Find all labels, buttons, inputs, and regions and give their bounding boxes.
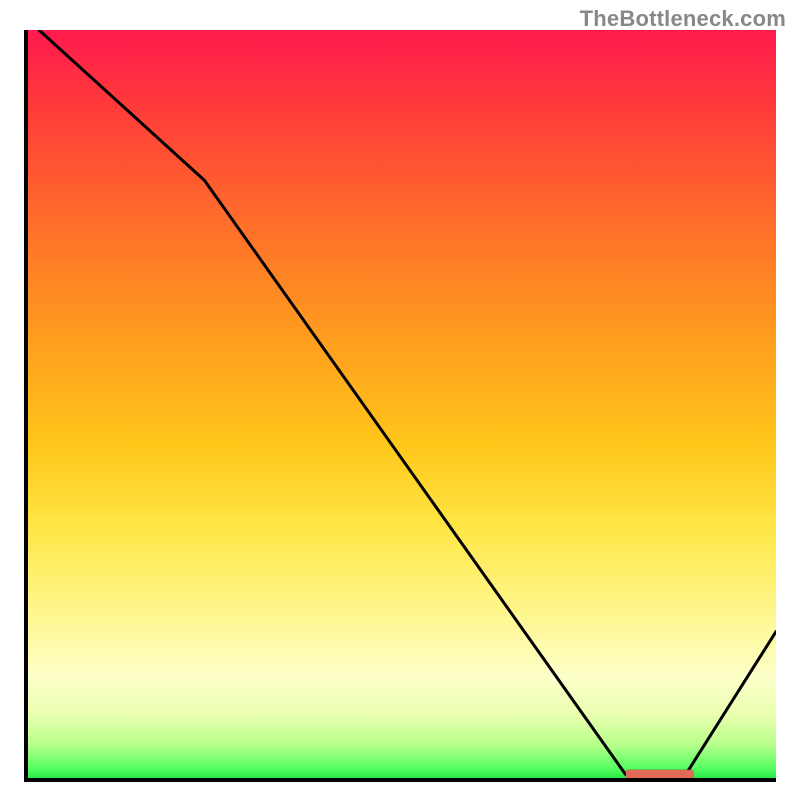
y-axis-line [24, 30, 28, 782]
x-axis-line [24, 778, 776, 782]
curve-overlay [24, 30, 776, 782]
chart-container: TheBottleneck.com [0, 0, 800, 800]
bottleneck-curve-line [39, 30, 776, 774]
watermark-text: TheBottleneck.com [580, 6, 786, 32]
plot-area [24, 30, 776, 782]
